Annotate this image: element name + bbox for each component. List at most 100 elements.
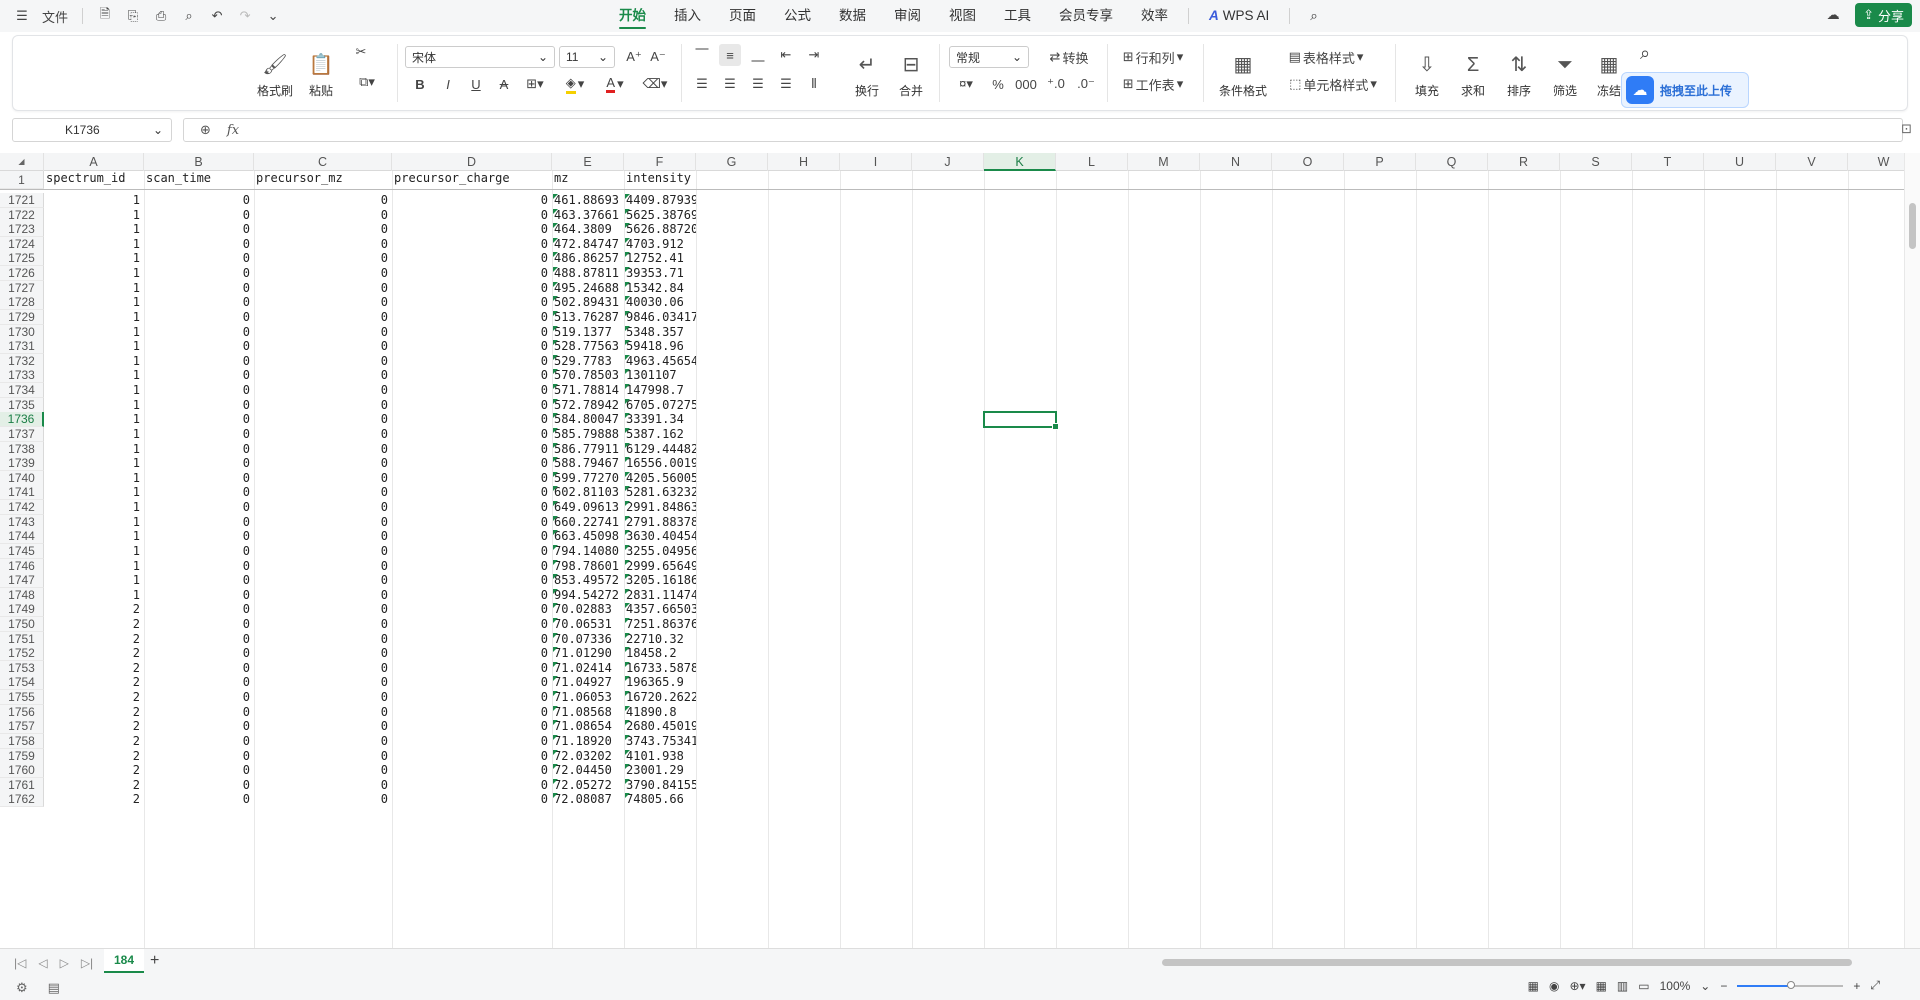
bold-icon[interactable]: B (409, 73, 431, 95)
cell[interactable]: 602.81103 (552, 485, 624, 500)
cell[interactable]: 2 (44, 792, 144, 807)
cell[interactable]: 495.24688 (552, 281, 624, 296)
cell[interactable]: 4409.87939453125 (624, 193, 696, 208)
zoom-formula-icon[interactable]: ⊕ (200, 122, 211, 138)
cell[interactable]: 0 (254, 368, 392, 383)
cell[interactable]: 3743.75341796875 (624, 734, 696, 749)
convert-button[interactable]: ⇄ 转换 (1039, 46, 1099, 68)
cell[interactable]: 1 (44, 398, 144, 413)
cell[interactable]: 15342.84 (624, 281, 696, 296)
cell[interactable]: 147998.7 (624, 383, 696, 398)
cell[interactable]: 0 (392, 325, 552, 340)
cell[interactable]: 0 (392, 310, 552, 325)
vertical-scrollbar[interactable] (1904, 153, 1920, 948)
cell[interactable]: 71.04927 (552, 675, 624, 690)
cell[interactable]: 41890.8 (624, 705, 696, 720)
cell[interactable]: 0 (392, 617, 552, 632)
cell[interactable]: 0 (144, 412, 254, 427)
cell[interactable]: 0 (254, 778, 392, 793)
row-header[interactable]: 1745 (0, 544, 44, 559)
indent-decrease-icon[interactable]: ⇤ (775, 44, 797, 66)
cell[interactable]: 0 (144, 398, 254, 413)
distributed-icon[interactable]: ⫴ (803, 73, 825, 95)
cell[interactable]: 1 (44, 573, 144, 588)
cell[interactable]: 9846.0341796875 (624, 310, 696, 325)
cell[interactable]: 1 (44, 412, 144, 427)
cell[interactable]: 599.77270 (552, 471, 624, 486)
row-header[interactable]: 1735 (0, 398, 44, 413)
cell[interactable]: 0 (392, 412, 552, 427)
cell[interactable]: 1 (44, 442, 144, 457)
cell[interactable]: 0 (144, 690, 254, 705)
row-header[interactable]: 1729 (0, 310, 44, 325)
cell[interactable]: 513.76287 (552, 310, 624, 325)
cell[interactable]: 0 (254, 588, 392, 603)
cell[interactable]: 0 (392, 222, 552, 237)
cell[interactable]: 0 (254, 529, 392, 544)
align-top-icon[interactable]: ⎺ (691, 44, 713, 66)
search-icon[interactable]: ⌕ (1296, 0, 1332, 32)
cell[interactable]: 2 (44, 690, 144, 705)
cell[interactable]: 0 (392, 485, 552, 500)
cell[interactable]: 0 (392, 515, 552, 530)
cell[interactable]: 798.78601 (552, 559, 624, 574)
cell[interactable]: 0 (392, 734, 552, 749)
align-middle-icon[interactable]: ≡ (719, 44, 741, 66)
cell[interactable]: 0 (392, 675, 552, 690)
cell[interactable]: 0 (144, 515, 254, 530)
cell[interactable]: 71.01290 (552, 646, 624, 661)
column-header-r[interactable]: R (1488, 153, 1560, 171)
cell[interactable]: 1 (44, 515, 144, 530)
tab-tools[interactable]: 工具 (990, 0, 1045, 32)
cell[interactable]: 0 (254, 427, 392, 442)
cell[interactable]: 71.08654 (552, 719, 624, 734)
align-right-icon[interactable]: ☰ (747, 73, 769, 95)
cell[interactable]: 5626.88720703125 (624, 222, 696, 237)
cell[interactable]: 0 (254, 544, 392, 559)
cell[interactable]: 16720.26220703125 (624, 690, 696, 705)
cell[interactable]: 794.14080 (552, 544, 624, 559)
cell[interactable]: 0 (144, 325, 254, 340)
cell[interactable]: 2831.11474609375 (624, 588, 696, 603)
cell[interactable]: 0 (254, 485, 392, 500)
cell[interactable]: 74805.66 (624, 792, 696, 807)
cell[interactable]: 2 (44, 661, 144, 676)
row-header[interactable]: 1730 (0, 325, 44, 340)
zoom-level[interactable]: 100% (1660, 979, 1691, 993)
upload-drop-zone[interactable]: ☁ 拖拽至此上传 (1621, 72, 1749, 108)
first-sheet-icon[interactable]: |◁ (14, 956, 26, 970)
cell[interactable]: 0 (144, 485, 254, 500)
cell[interactable]: 519.1377 (552, 325, 624, 340)
column-header-a[interactable]: A (44, 153, 144, 171)
sheet-tab[interactable]: 184 (104, 949, 144, 973)
cell[interactable]: 0 (144, 632, 254, 647)
cell[interactable]: 0 (254, 383, 392, 398)
cell[interactable]: 0 (144, 427, 254, 442)
filter-button[interactable]: ⏷ 筛选 (1543, 44, 1587, 104)
row-col-button[interactable]: ⊞ 行和列 ▾ (1115, 46, 1191, 68)
row-header[interactable]: 1728 (0, 295, 44, 310)
cell[interactable]: 1 (44, 427, 144, 442)
cell[interactable]: 0 (254, 705, 392, 720)
cell[interactable]: 70.02883 (552, 602, 624, 617)
cell[interactable]: 1 (44, 559, 144, 574)
row-header[interactable]: 1750 (0, 617, 44, 632)
cell[interactable]: 0 (392, 690, 552, 705)
cell[interactable]: 586.77911 (552, 442, 624, 457)
cell[interactable]: 2 (44, 734, 144, 749)
column-header-b[interactable]: B (144, 153, 254, 171)
row-header[interactable]: 1727 (0, 281, 44, 296)
undo-icon[interactable]: ↶ (205, 4, 229, 28)
cell[interactable]: 0 (254, 325, 392, 340)
zoom-slider-knob[interactable] (1787, 980, 1796, 989)
cloud-sync-icon[interactable]: ☁ (1821, 3, 1845, 27)
cell[interactable]: 2991.8486328125 (624, 500, 696, 515)
cell[interactable]: 2 (44, 778, 144, 793)
zoom-slider[interactable] (1737, 980, 1844, 989)
cell-style-button[interactable]: ⬚ 单元格样式 ▾ (1279, 73, 1387, 95)
chevron-down-icon[interactable]: ⌄ (1700, 979, 1710, 993)
wrap-text-button[interactable]: ↵ 换行 (845, 44, 889, 104)
cell[interactable]: 0 (254, 281, 392, 296)
cell[interactable]: 2791.8837890625 (624, 515, 696, 530)
cell[interactable]: 0 (254, 661, 392, 676)
